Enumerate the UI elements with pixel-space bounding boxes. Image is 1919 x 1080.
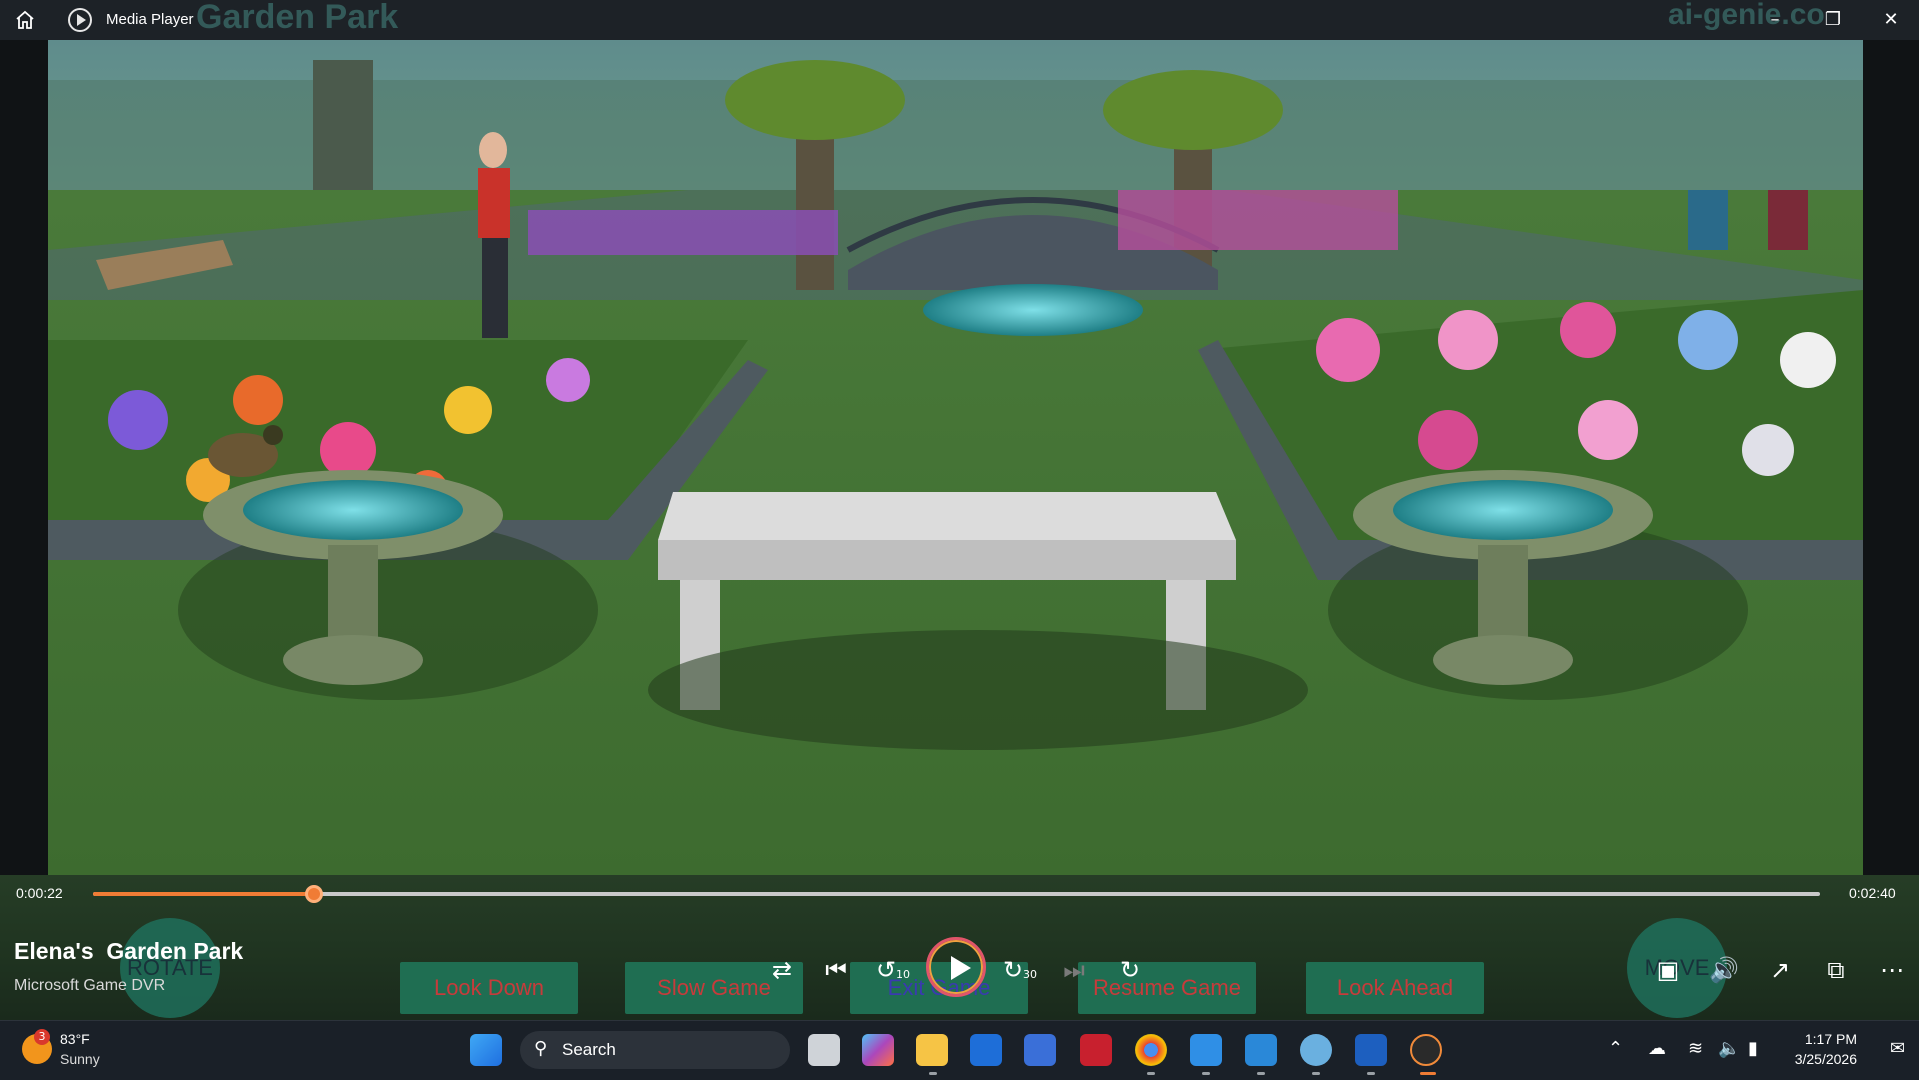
paint-icon[interactable] [1245, 1034, 1277, 1066]
mcafee-icon[interactable] [1080, 1034, 1112, 1066]
speaker-icon[interactable]: 🔈 [1718, 1038, 1740, 1059]
task-view-icon[interactable] [808, 1034, 840, 1066]
taskbar [0, 1020, 1919, 1080]
play-icon[interactable] [926, 937, 986, 997]
windows-start-icon[interactable] [470, 1034, 502, 1066]
media-player-window: Media Player Garden Park ai-genie.co – ❐… [0, 0, 1919, 1080]
restore-button[interactable]: ❐ [1804, 0, 1862, 40]
file-explorer-icon[interactable] [916, 1034, 948, 1066]
picture-in-picture-icon[interactable]: ⧉ [1818, 952, 1854, 988]
shuffle-icon[interactable]: ⇄ [764, 952, 800, 988]
tree-trunk [313, 60, 373, 190]
search-icon: ⚲ [534, 1038, 548, 1059]
title-bar: Media Player Garden Park ai-genie.co – ❐… [0, 0, 1919, 40]
rewind-10-icon[interactable]: ↺10 [875, 952, 911, 988]
rotate-control[interactable]: ROTATE [120, 918, 220, 1018]
look-ahead-button[interactable]: Look Ahead [1306, 962, 1484, 1014]
watermark-title: Garden Park [196, 0, 399, 36]
previous-icon[interactable]: ⏮ [818, 952, 854, 988]
running-indicator [929, 1072, 937, 1075]
chrome-icon[interactable] [1135, 1034, 1167, 1066]
back-flowerbed-left [528, 210, 838, 255]
wifi-icon[interactable]: ≋ [1688, 1038, 1703, 1059]
total-time: 0:02:40 [1849, 885, 1896, 901]
seek-bar-thumb[interactable] [305, 885, 324, 903]
look-down-button[interactable]: Look Down [400, 962, 578, 1014]
weather-temperature[interactable]: 83°F [60, 1031, 90, 1047]
seek-bar[interactable] [93, 885, 1820, 903]
fullscreen-icon[interactable]: ↗ [1762, 952, 1798, 988]
running-indicator [1312, 1072, 1320, 1075]
battery-icon[interactable]: ▮ [1748, 1038, 1758, 1059]
minimize-button[interactable]: – [1746, 0, 1804, 40]
current-time: 0:00:22 [16, 885, 63, 901]
copilot-icon[interactable] [862, 1034, 894, 1066]
seek-bar-progress [93, 892, 315, 896]
close-button[interactable]: ✕ [1862, 0, 1919, 40]
clock-date[interactable]: 3/25/2026 [1795, 1051, 1857, 1067]
track-title: Elena's Garden Park [14, 938, 244, 964]
repeat-icon[interactable]: ↻ [1112, 952, 1148, 988]
game-app-icon[interactable] [1300, 1034, 1332, 1066]
onedrive-icon[interactable]: ☁ [1648, 1038, 1666, 1059]
outlook-icon[interactable] [970, 1034, 1002, 1066]
video-frame[interactable] [48, 40, 1863, 875]
notifications-icon[interactable]: ✉ [1890, 1038, 1905, 1059]
notepad-icon[interactable] [1190, 1034, 1222, 1066]
taskbar-search[interactable]: ⚲ Search [520, 1031, 790, 1069]
forward-30-icon[interactable]: ↻30 [1002, 952, 1038, 988]
weather-badge: 3 [34, 1029, 50, 1045]
forward-seconds-label: 30 [1023, 968, 1038, 981]
more-options-icon[interactable]: ⋯ [1874, 952, 1910, 988]
home-icon[interactable] [14, 9, 36, 31]
rewind-seconds-label: 10 [896, 968, 911, 981]
running-indicator [1202, 1072, 1210, 1075]
resume-game-button[interactable]: Resume Game [1078, 962, 1256, 1014]
back-flowerbed-right [1118, 190, 1398, 250]
search-placeholder: Search [562, 1040, 616, 1059]
running-indicator [1367, 1072, 1375, 1075]
garden-scene [48, 40, 1863, 875]
volume-icon[interactable]: 🔊 [1706, 952, 1742, 988]
app-title: Media Player [106, 11, 194, 28]
active-indicator [1420, 1072, 1436, 1075]
running-indicator [1147, 1072, 1155, 1075]
store-icon[interactable] [1024, 1034, 1056, 1066]
next-icon[interactable]: ⏭ [1056, 952, 1092, 988]
media-player-icon [68, 8, 92, 32]
clock-time[interactable]: 1:17 PM [1805, 1031, 1857, 1047]
show-hidden-icons-icon[interactable]: ⌃ [1608, 1038, 1623, 1059]
word-icon[interactable] [1355, 1034, 1387, 1066]
track-subtitle: Microsoft Game DVR [14, 977, 166, 994]
running-indicator [1257, 1072, 1265, 1075]
weather-condition[interactable]: Sunny [60, 1051, 100, 1067]
media-player-taskbar-icon[interactable] [1410, 1034, 1442, 1066]
miniplayer-icon[interactable]: ▣ [1650, 952, 1686, 988]
